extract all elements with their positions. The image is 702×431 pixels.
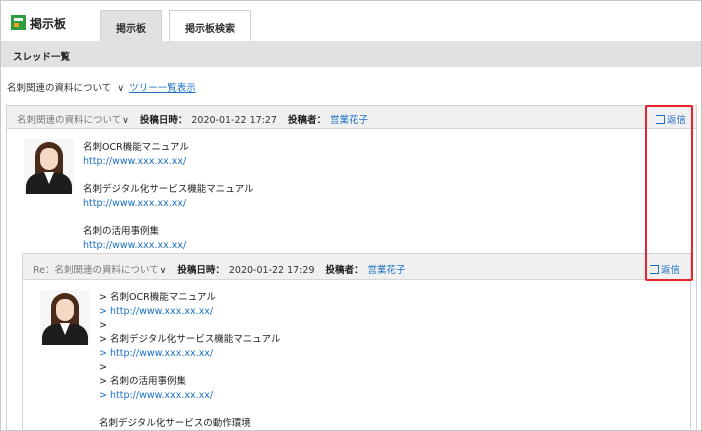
board-window: 掲示板 掲示板 掲示板検索 スレッド一覧 名刺関連の資料について ∨ ツリー一覧表… [0, 0, 702, 431]
quote-link[interactable]: > http://www.xxx.xx.xx/ [99, 347, 281, 361]
quote-blank: > [99, 362, 107, 373]
quote-blank: > [99, 320, 107, 331]
reply-icon [649, 265, 659, 274]
body-link[interactable]: http://www.xxx.xx.xx/ [83, 239, 254, 253]
post-date-label: 投稿日時： [177, 265, 225, 276]
quote-link[interactable]: > http://www.xxx.xx.xx/ [99, 305, 281, 319]
section-bar: スレッド一覧 [1, 41, 701, 67]
post-body: > 名刺OCR機能マニュアル > http://www.xxx.xx.xx/ >… [99, 291, 281, 430]
chevron-down-icon[interactable]: ∨ [122, 116, 129, 126]
post-subject: 名刺関連の資料について [17, 115, 122, 126]
app-title: 掲示板 [30, 17, 67, 31]
quote-line: > 名刺デジタル化サービス機能マニュアル [99, 334, 281, 345]
quote-line: > 名刺の活用事例集 [99, 376, 186, 387]
post-author-link[interactable]: 営業花子 [330, 115, 368, 126]
section-title: スレッド一覧 [13, 52, 71, 63]
body-line: 名刺デジタル化サービス機能マニュアル [83, 184, 254, 195]
quote-link[interactable]: > http://www.xxx.xx.xx/ [99, 389, 281, 403]
reply-button[interactable]: 返信 [655, 112, 686, 126]
post-date: 2020-01-22 17:27 [191, 115, 277, 126]
body-link[interactable]: http://www.xxx.xx.xx/ [83, 197, 254, 211]
post-author-label: 投稿者： [288, 115, 327, 126]
post-header: 名刺関連の資料について∨ 投稿日時： 2020-01-22 17:27 投稿者：営… [7, 106, 696, 129]
post-date-label: 投稿日時： [139, 115, 188, 126]
post-author-link[interactable]: 営業花子 [368, 265, 406, 276]
tab-board-search[interactable]: 掲示板検索 [169, 10, 251, 41]
chevron-down-icon[interactable]: ∨ [117, 83, 124, 94]
app-header: 掲示板 掲示板 掲示板検索 [1, 1, 701, 41]
reply-label: 返信 [666, 115, 686, 126]
board-logo-icon [11, 15, 26, 30]
body-line: 名刺の活用事例集 [83, 226, 160, 237]
thread-title: 名刺関連の資料について [7, 83, 112, 94]
tab-board[interactable]: 掲示板 [100, 10, 162, 41]
body-line: 名刺OCR機能マニュアル [83, 142, 189, 153]
tree-view-link[interactable]: ツリー一覧表示 [129, 83, 196, 94]
avatar [40, 290, 90, 345]
reply-button[interactable]: 返信 [649, 262, 680, 276]
post-body: 名刺OCR機能マニュアル http://www.xxx.xx.xx/ 名刺デジタ… [83, 141, 254, 253]
reply-post-card: Re：名刺関連の資料について∨ 投稿日時： 2020-01-22 17:29 投稿… [22, 253, 691, 430]
post-date: 2020-01-22 17:29 [228, 265, 315, 276]
post-header: Re：名刺関連の資料について∨ 投稿日時： 2020-01-22 17:29 投稿… [23, 254, 690, 280]
thread-row: 名刺関連の資料について ∨ ツリー一覧表示 [7, 80, 196, 94]
post-subject: Re：名刺関連の資料について [33, 265, 159, 276]
body-line: 名刺デジタル化サービスの動作環境 [99, 418, 251, 429]
quote-line: > 名刺OCR機能マニュアル [99, 292, 216, 303]
post-author-label: 投稿者： [325, 265, 364, 276]
chevron-down-icon[interactable]: ∨ [160, 266, 167, 276]
reply-label: 返信 [660, 265, 680, 276]
reply-icon [655, 115, 665, 124]
body-link[interactable]: http://www.xxx.xx.xx/ [83, 155, 254, 169]
avatar [24, 139, 74, 194]
